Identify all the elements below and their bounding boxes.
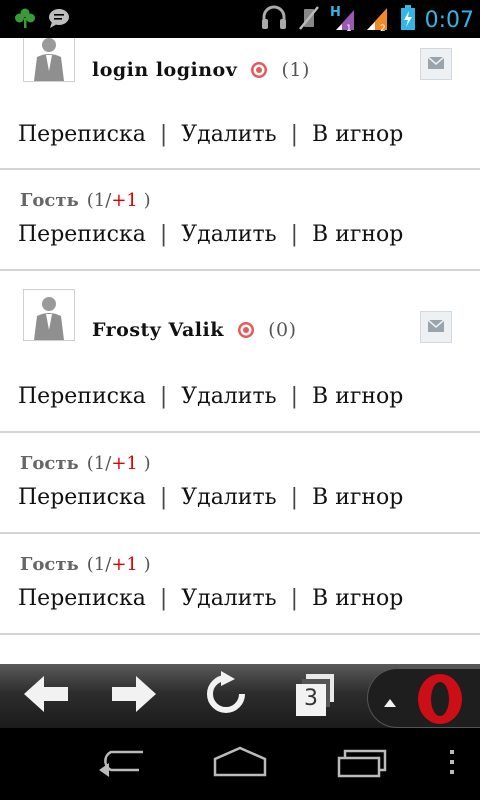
target-icon (250, 61, 268, 84)
separator: | (159, 222, 168, 247)
mail-button[interactable] (420, 48, 452, 80)
forward-button[interactable] (106, 664, 162, 728)
target-icon (237, 321, 255, 344)
message-count: (1) (281, 59, 310, 81)
opera-logo-icon (414, 673, 466, 729)
delete-link[interactable]: Удалить (181, 485, 276, 510)
system-nav-bar (0, 728, 480, 800)
envelope-icon (427, 55, 445, 74)
back-nav-button[interactable] (90, 742, 150, 786)
ignore-link[interactable]: В игнор (312, 122, 403, 147)
guest-line: Гость (1/+1 ) (20, 554, 151, 575)
arrow-left-icon (22, 674, 70, 718)
username-text[interactable]: Frosty Valik (92, 319, 224, 341)
back-icon (93, 746, 147, 782)
delete-link[interactable]: Удалить (181, 384, 276, 409)
message-count: (1/+1 ) (86, 554, 151, 575)
svg-text:1: 1 (346, 24, 352, 32)
guest-line: Гость (1/+1 ) (20, 453, 151, 474)
svg-text:H: H (330, 5, 341, 20)
username-text[interactable]: login loginov (92, 59, 237, 81)
action-row: Переписка | Удалить | В игнор (18, 222, 403, 247)
recent-apps-icon (335, 746, 389, 782)
home-nav-button[interactable] (210, 742, 270, 786)
arrow-right-icon (110, 674, 158, 718)
list-item: Гость (1/+1 ) Переписка | Удалить | В игнор (0, 433, 480, 534)
separator: | (159, 122, 168, 147)
correspondence-link[interactable]: Переписка (18, 485, 146, 510)
list-item: Гость (1/+1 ) Переписка | Удалить | В игнор (0, 170, 480, 271)
vibrate-off-icon (297, 5, 321, 35)
separator: | (290, 122, 299, 147)
headset-icon (260, 5, 288, 35)
list-item: login loginov (1) Переписка | Удалить | В иг… (0, 38, 480, 170)
correspondence-link[interactable]: Переписка (18, 384, 146, 409)
clock: 0:07 (424, 7, 474, 33)
clover-icon (14, 7, 36, 33)
new-count: +1 (111, 554, 138, 575)
guest-name: Гость (20, 453, 79, 474)
battery-charging-icon (400, 4, 416, 36)
action-row: Переписка | Удалить | В игнор (18, 586, 403, 611)
recents-nav-button[interactable] (332, 742, 392, 786)
home-icon (211, 745, 269, 783)
mail-button[interactable] (420, 311, 452, 343)
status-bar: H1 2 0:07 (0, 0, 480, 38)
separator: | (159, 384, 168, 409)
guest-name: Гость (20, 190, 79, 211)
separator: | (159, 586, 168, 611)
message-list[interactable]: login loginov (1) Переписка | Удалить | В иг… (0, 38, 480, 664)
message-count: (1/+1 ) (86, 190, 151, 211)
action-row: Переписка | Удалить | В игнор (18, 384, 403, 409)
action-row: Переписка | Удалить | В игнор (18, 122, 403, 147)
list-item: Гость (1/+1 ) Переписка | Удалить | В игнор (0, 534, 480, 635)
username[interactable]: login loginov (1) (92, 59, 310, 84)
reload-icon (203, 671, 249, 721)
separator: | (290, 222, 299, 247)
new-count: +1 (111, 453, 138, 474)
separator: | (290, 586, 299, 611)
username[interactable]: Frosty Valik (0) (92, 319, 297, 344)
delete-link[interactable]: Удалить (181, 122, 276, 147)
correspondence-link[interactable]: Переписка (18, 586, 146, 611)
guest-line: Гость (1/+1 ) (20, 190, 151, 211)
tabs-count: 3 (304, 686, 318, 711)
action-row: Переписка | Удалить | В игнор (18, 485, 403, 510)
message-count: (1/+1 ) (86, 453, 151, 474)
caret-up-icon (384, 692, 396, 711)
correspondence-link[interactable]: Переписка (18, 122, 146, 147)
reload-button[interactable] (200, 664, 252, 728)
tabs-button[interactable]: 3 (290, 664, 340, 728)
guest-name: Гость (20, 554, 79, 575)
separator: | (290, 485, 299, 510)
ignore-link[interactable]: В игнор (312, 222, 403, 247)
h-signal-1-icon: H1 (330, 4, 356, 36)
separator: | (159, 485, 168, 510)
opera-menu-button[interactable] (367, 668, 480, 728)
tabs-icon: 3 (292, 674, 338, 718)
signal-2-icon: 2 (365, 4, 391, 36)
avatar[interactable] (23, 38, 75, 82)
envelope-icon (427, 318, 445, 337)
overflow-menu-icon (448, 748, 456, 780)
separator: | (290, 384, 299, 409)
message-count: (0) (268, 319, 297, 341)
list-item: Frosty Valik (0) Переписка | Удалить | В игн… (0, 271, 480, 433)
back-button[interactable] (18, 664, 74, 728)
browser-toolbar: 3 (0, 664, 480, 728)
correspondence-link[interactable]: Переписка (18, 222, 146, 247)
ignore-link[interactable]: В игнор (312, 485, 403, 510)
new-count: +1 (111, 190, 138, 211)
delete-link[interactable]: Удалить (181, 222, 276, 247)
svg-text:2: 2 (380, 24, 386, 32)
ignore-link[interactable]: В игнор (312, 384, 403, 409)
delete-link[interactable]: Удалить (181, 586, 276, 611)
menu-nav-button[interactable] (440, 742, 464, 786)
chat-bubble-icon (48, 7, 70, 33)
ignore-link[interactable]: В игнор (312, 586, 403, 611)
avatar[interactable] (23, 289, 75, 341)
